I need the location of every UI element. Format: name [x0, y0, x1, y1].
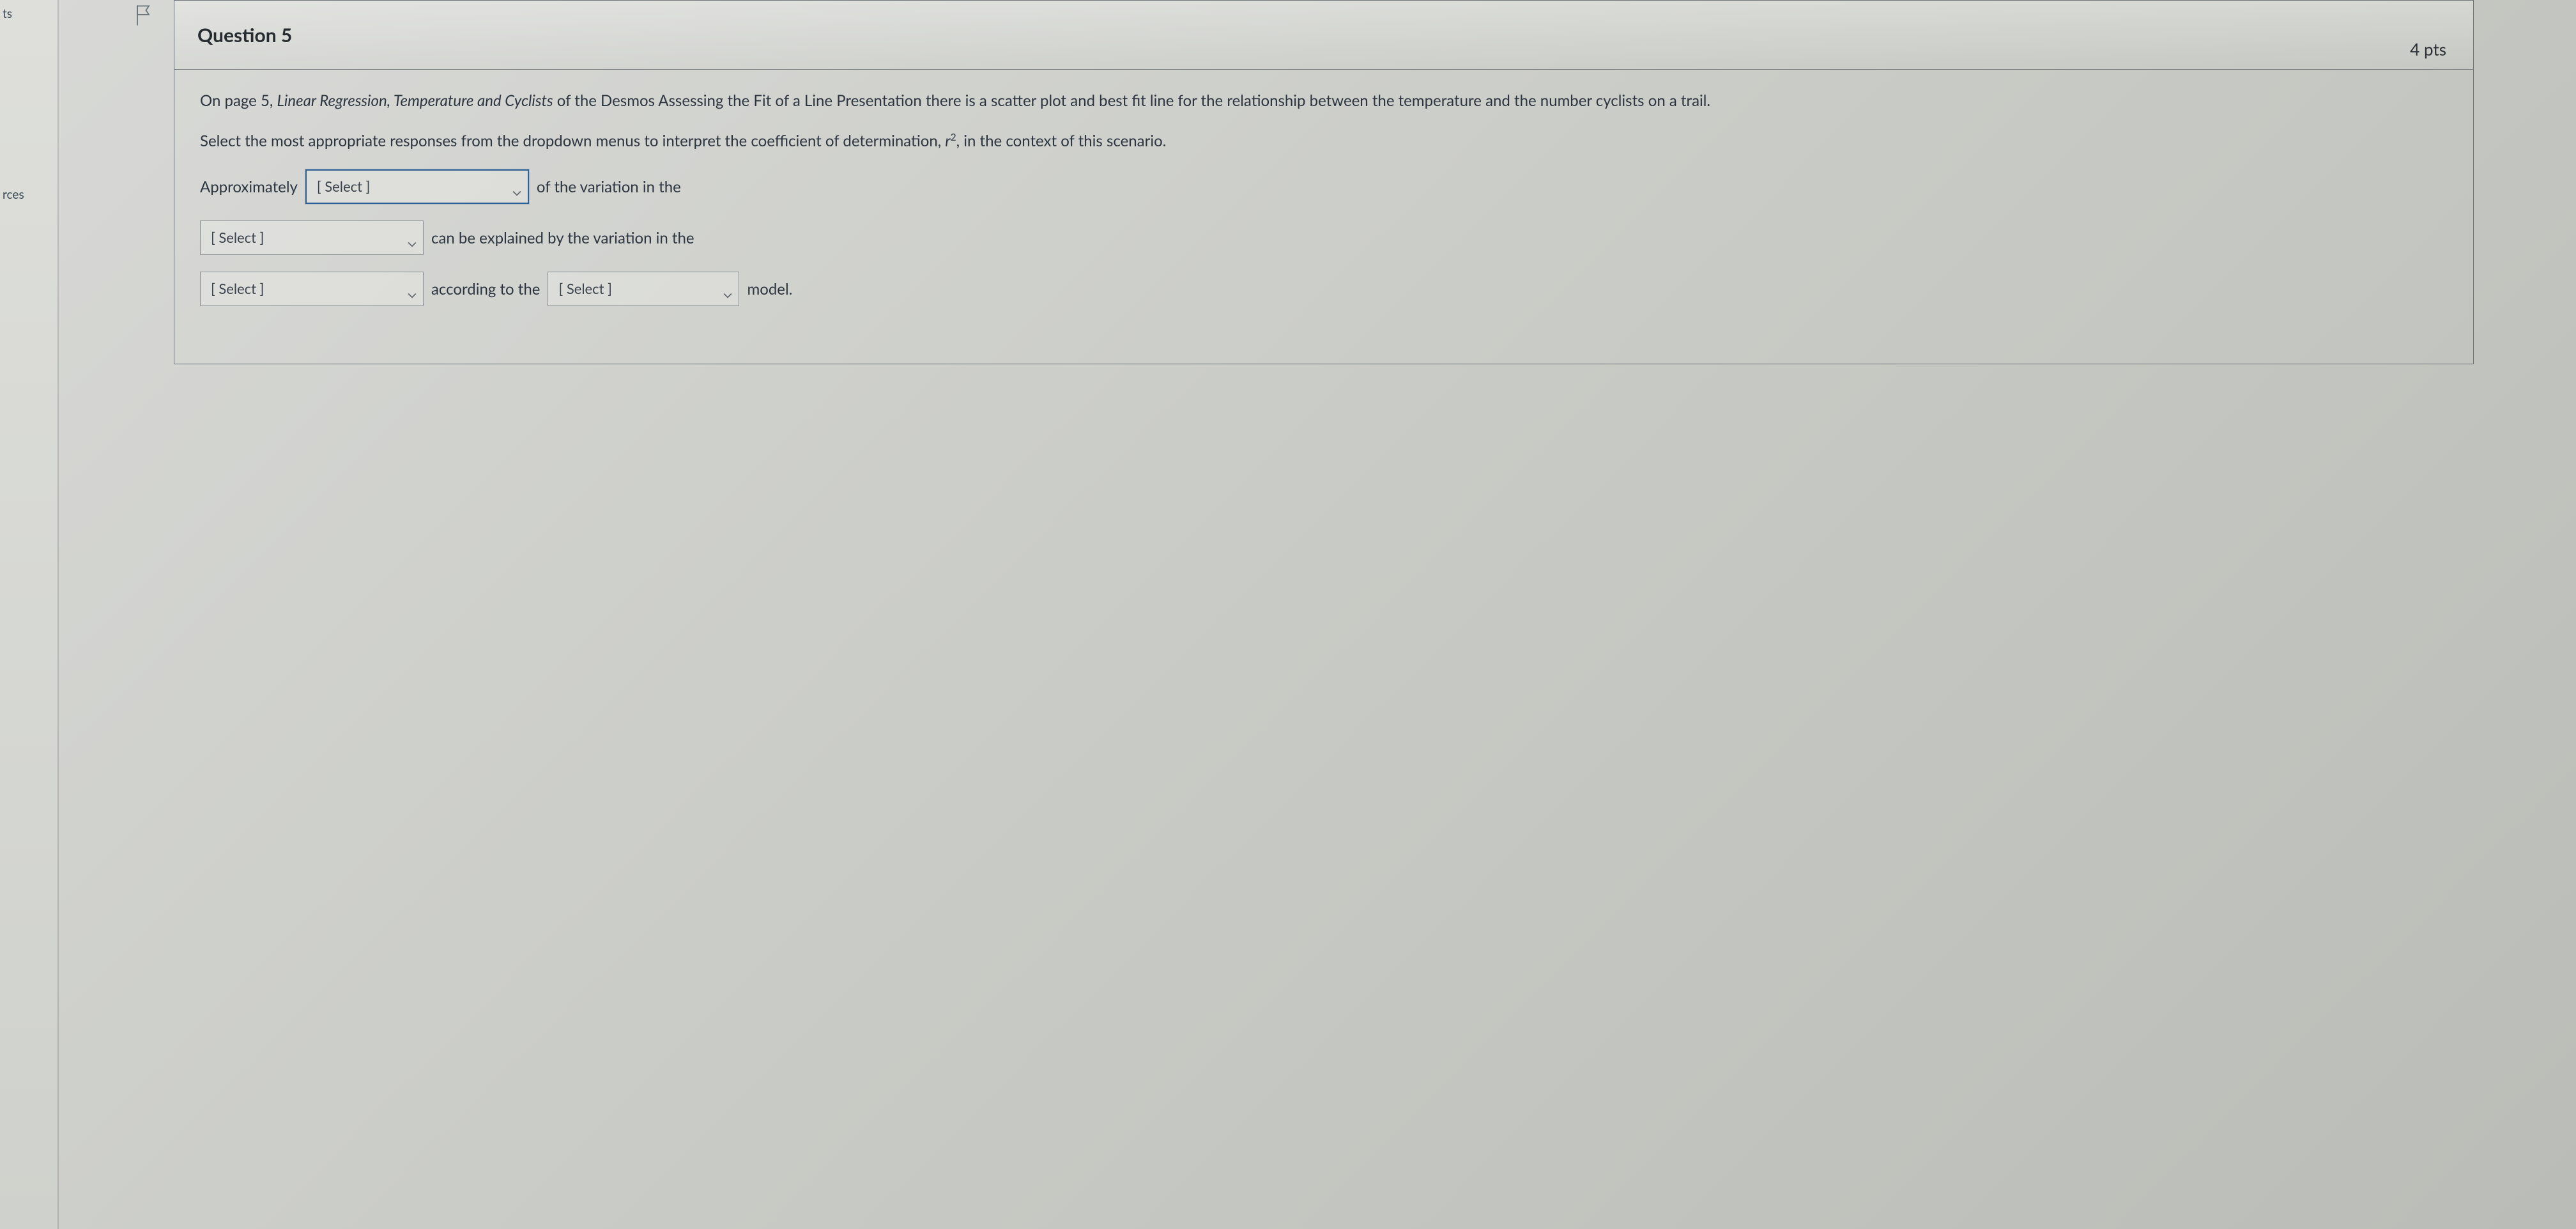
text-according-to-the: according to the: [431, 277, 540, 301]
dropdown-2-label: [ Select ]: [211, 227, 264, 249]
answer-block: Approximately [ Select ] of the variatio…: [200, 169, 2448, 306]
question-title: Question 5: [197, 24, 292, 47]
dropdown-1-label: [ Select ]: [317, 176, 370, 197]
dropdown-4-label: [ Select ]: [558, 278, 611, 300]
dropdown-2[interactable]: [ Select ]: [200, 220, 424, 255]
dropdown-3[interactable]: [ Select ]: [200, 272, 424, 306]
text-approximately: Approximately: [200, 175, 298, 199]
sidebar-link-2[interactable]: rces: [0, 187, 57, 202]
question-points: 4 pts: [2410, 39, 2446, 59]
question-card: Question 5 4 pts On page 5, Linear Regre…: [174, 0, 2474, 364]
answer-line-2: [ Select ] can be explained by the varia…: [200, 220, 2448, 255]
answer-line-1: Approximately [ Select ] of the variatio…: [200, 169, 2448, 204]
text-can-be-explained: can be explained by the variation in the: [431, 226, 694, 250]
chevron-down-icon: [408, 233, 417, 242]
flag-question-icon[interactable]: [134, 4, 152, 27]
sidebar-link-1[interactable]: ts: [0, 6, 57, 21]
chevron-down-icon: [723, 284, 732, 293]
chevron-down-icon: [512, 182, 521, 191]
dropdown-4[interactable]: [ Select ]: [548, 272, 739, 306]
question-body: On page 5, Linear Regression, Temperatur…: [174, 70, 2473, 364]
dropdown-1[interactable]: [ Select ]: [305, 169, 529, 204]
question-paragraph-1: On page 5, Linear Regression, Temperatur…: [200, 89, 2448, 112]
question-header: Question 5 4 pts: [174, 1, 2473, 70]
question-paragraph-2: Select the most appropriate responses fr…: [200, 129, 2448, 153]
text-model: model.: [747, 277, 792, 301]
text-of-the-variation: of the variation in the: [537, 175, 681, 199]
chevron-down-icon: [408, 284, 417, 293]
sidebar: ts rces: [0, 0, 59, 1229]
answer-line-3: [ Select ] according to the [ Select ] m…: [200, 272, 2448, 306]
dropdown-3-label: [ Select ]: [211, 278, 264, 300]
main-content: Question 5 4 pts On page 5, Linear Regre…: [59, 0, 2576, 1229]
